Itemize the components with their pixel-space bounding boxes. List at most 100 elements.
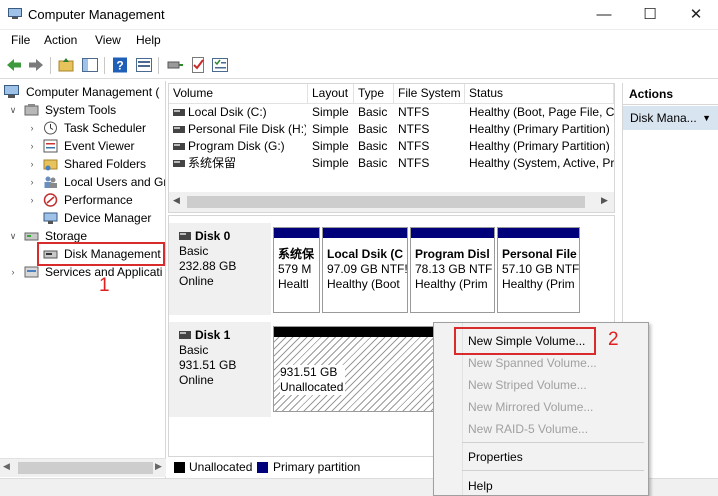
partition-local-disk-c[interactable]: Local Dsik (C 97.09 GB NTF! Healthy (Boo… <box>322 227 408 313</box>
partition-name: 系统保 <box>278 247 315 261</box>
computer-management-icon <box>4 85 19 98</box>
toolbar-separator <box>50 57 51 74</box>
menu-file[interactable]: File <box>11 33 30 47</box>
expand-arrow-icon[interactable]: › <box>27 155 37 173</box>
expand-arrow-icon[interactable]: › <box>8 263 18 281</box>
column-header-type[interactable]: Type <box>354 84 394 104</box>
tree-item-system-tools[interactable]: ∨ System Tools <box>0 101 165 119</box>
volume-list: Volume Layout Type File System Status Lo… <box>168 83 615 213</box>
tree-item-device-manager[interactable]: Device Manager <box>0 209 165 227</box>
disk-management-highlight <box>37 242 165 266</box>
collapse-arrow-icon[interactable]: ∨ <box>8 101 18 119</box>
volume-icon <box>173 109 185 116</box>
disk-size: 232.88 GB <box>179 259 237 273</box>
tree-item-event-viewer[interactable]: › Event Viewer <box>0 137 165 155</box>
partition-system-reserved[interactable]: 系统保 579 M Healtl <box>273 227 320 313</box>
properties-pane-icon[interactable] <box>135 56 153 74</box>
table-row[interactable]: Program Disk (G:) Simple Basic NTFS Heal… <box>169 138 614 155</box>
partition-program-disk[interactable]: Program Disl 78.13 GB NTF Healthy (Prim <box>410 227 495 313</box>
scroll-left-icon[interactable]: ◀ <box>173 195 180 206</box>
scroll-right-icon[interactable]: ▶ <box>601 195 608 206</box>
menu-item-new-mirrored-volume[interactable]: New Mirrored Volume... <box>468 398 593 416</box>
expand-arrow-icon[interactable]: › <box>27 191 37 209</box>
menu-help[interactable]: Help <box>136 33 161 47</box>
back-arrow-icon[interactable] <box>5 56 23 74</box>
cell-layout: Simple <box>312 105 349 119</box>
toolbar-separator <box>158 57 159 74</box>
disk-1-label[interactable]: Disk 1 Basic 931.51 GB Online <box>169 322 271 417</box>
menu-item-new-spanned-volume[interactable]: New Spanned Volume... <box>468 354 597 372</box>
tree-horizontal-scrollbar[interactable]: ◀ ▶ <box>0 458 166 477</box>
table-row[interactable]: Personal File Disk (H:) Simple Basic NTF… <box>169 121 614 138</box>
help-icon[interactable]: ? <box>111 56 129 74</box>
shared-folder-icon <box>43 159 58 171</box>
cell-type: Basic <box>358 139 388 153</box>
tree-item-shared-folders[interactable]: › Shared Folders <box>0 155 165 173</box>
checklist-icon[interactable] <box>189 56 207 74</box>
tree-item-computer-management[interactable]: Computer Management ( <box>0 83 165 101</box>
close-button[interactable]: ✕ <box>673 0 718 29</box>
partition-size: 57.10 GB NTF <box>502 262 580 276</box>
scrollbar-thumb[interactable] <box>187 196 585 208</box>
menu-view[interactable]: View <box>95 33 121 47</box>
volume-icon <box>173 143 185 150</box>
tree-item-task-scheduler[interactable]: › Task Scheduler <box>0 119 165 137</box>
scrollbar-thumb[interactable] <box>18 462 153 474</box>
cell-fs: NTFS <box>398 105 430 119</box>
actions-item-label: Disk Mana... <box>630 111 697 125</box>
partition-status: Healthy (Prim <box>502 277 575 291</box>
list-view-icon[interactable] <box>211 56 229 74</box>
expand-arrow-icon[interactable]: › <box>27 119 37 137</box>
window-title: Computer Management <box>28 7 165 22</box>
actions-disk-management[interactable]: Disk Mana... ▼ <box>623 106 718 130</box>
table-row[interactable]: Local Dsik (C:) Simple Basic NTFS Health… <box>169 104 614 121</box>
disk-0-label[interactable]: Disk 0 Basic 232.88 GB Online <box>169 223 271 315</box>
forward-arrow-icon[interactable] <box>27 56 45 74</box>
unallocated-label: Unallocated <box>280 380 344 394</box>
menu-item-properties[interactable]: Properties <box>468 448 523 466</box>
computer-management-icon <box>8 8 22 19</box>
partition-status: Healthy (Boot <box>327 277 400 291</box>
connect-icon[interactable] <box>166 56 184 74</box>
unallocated-size: 931.51 GB <box>280 365 338 379</box>
menu-action[interactable]: Action <box>44 33 77 47</box>
menu-bar: File Action View Help <box>0 30 718 52</box>
partition-name: Program Disl <box>415 247 490 261</box>
partition-status: Healthy (Prim <box>415 277 488 291</box>
cell-volume: Personal File Disk (H:) <box>188 122 306 136</box>
expand-arrow-icon[interactable]: › <box>27 173 37 191</box>
dropdown-arrow-icon[interactable]: ▼ <box>702 106 711 130</box>
toolbar: ? <box>0 52 718 79</box>
menu-item-new-striped-volume[interactable]: New Striped Volume... <box>468 376 587 394</box>
partition-personal-file[interactable]: Personal File 57.10 GB NTF Healthy (Prim <box>497 227 580 313</box>
primary-partition-bar <box>323 228 407 238</box>
maximize-button[interactable]: ☐ <box>627 0 673 29</box>
scroll-right-icon[interactable]: ▶ <box>155 461 162 472</box>
column-header-file-system[interactable]: File System <box>394 84 465 104</box>
minimize-button[interactable]: — <box>581 0 627 29</box>
table-row[interactable]: 系统保留 Simple Basic NTFS Healthy (System, … <box>169 155 614 172</box>
column-header-layout[interactable]: Layout <box>308 84 354 104</box>
cell-type: Basic <box>358 122 388 136</box>
menu-item-new-raid5-volume[interactable]: New RAID-5 Volume... <box>468 420 588 438</box>
up-folder-icon[interactable] <box>57 56 75 74</box>
column-header-status[interactable]: Status <box>465 84 614 104</box>
tree-item-performance[interactable]: › Performance <box>0 191 165 209</box>
event-viewer-icon <box>43 139 58 153</box>
tree-item-label: Local Users and Gr <box>64 175 166 189</box>
services-icon <box>24 266 39 278</box>
scroll-left-icon[interactable]: ◀ <box>3 461 10 472</box>
collapse-arrow-icon[interactable]: ∨ <box>8 227 18 245</box>
disk-name: Disk 0 <box>195 229 231 243</box>
title-bar: Computer Management — ☐ ✕ <box>0 0 718 30</box>
column-header-volume[interactable]: Volume <box>169 84 308 104</box>
tree-item-label: Device Manager <box>64 211 152 225</box>
expand-arrow-icon[interactable]: › <box>27 137 37 155</box>
volume-list-horizontal-scrollbar[interactable]: ◀ ▶ <box>169 192 614 212</box>
partition-size: 78.13 GB NTF <box>415 262 493 276</box>
cell-type: Basic <box>358 105 388 119</box>
show-hide-tree-icon[interactable] <box>81 56 99 74</box>
legend-primary-label: Primary partition <box>273 460 361 474</box>
menu-item-help[interactable]: Help <box>468 477 493 495</box>
tree-item-local-users[interactable]: › Local Users and Gr <box>0 173 166 191</box>
